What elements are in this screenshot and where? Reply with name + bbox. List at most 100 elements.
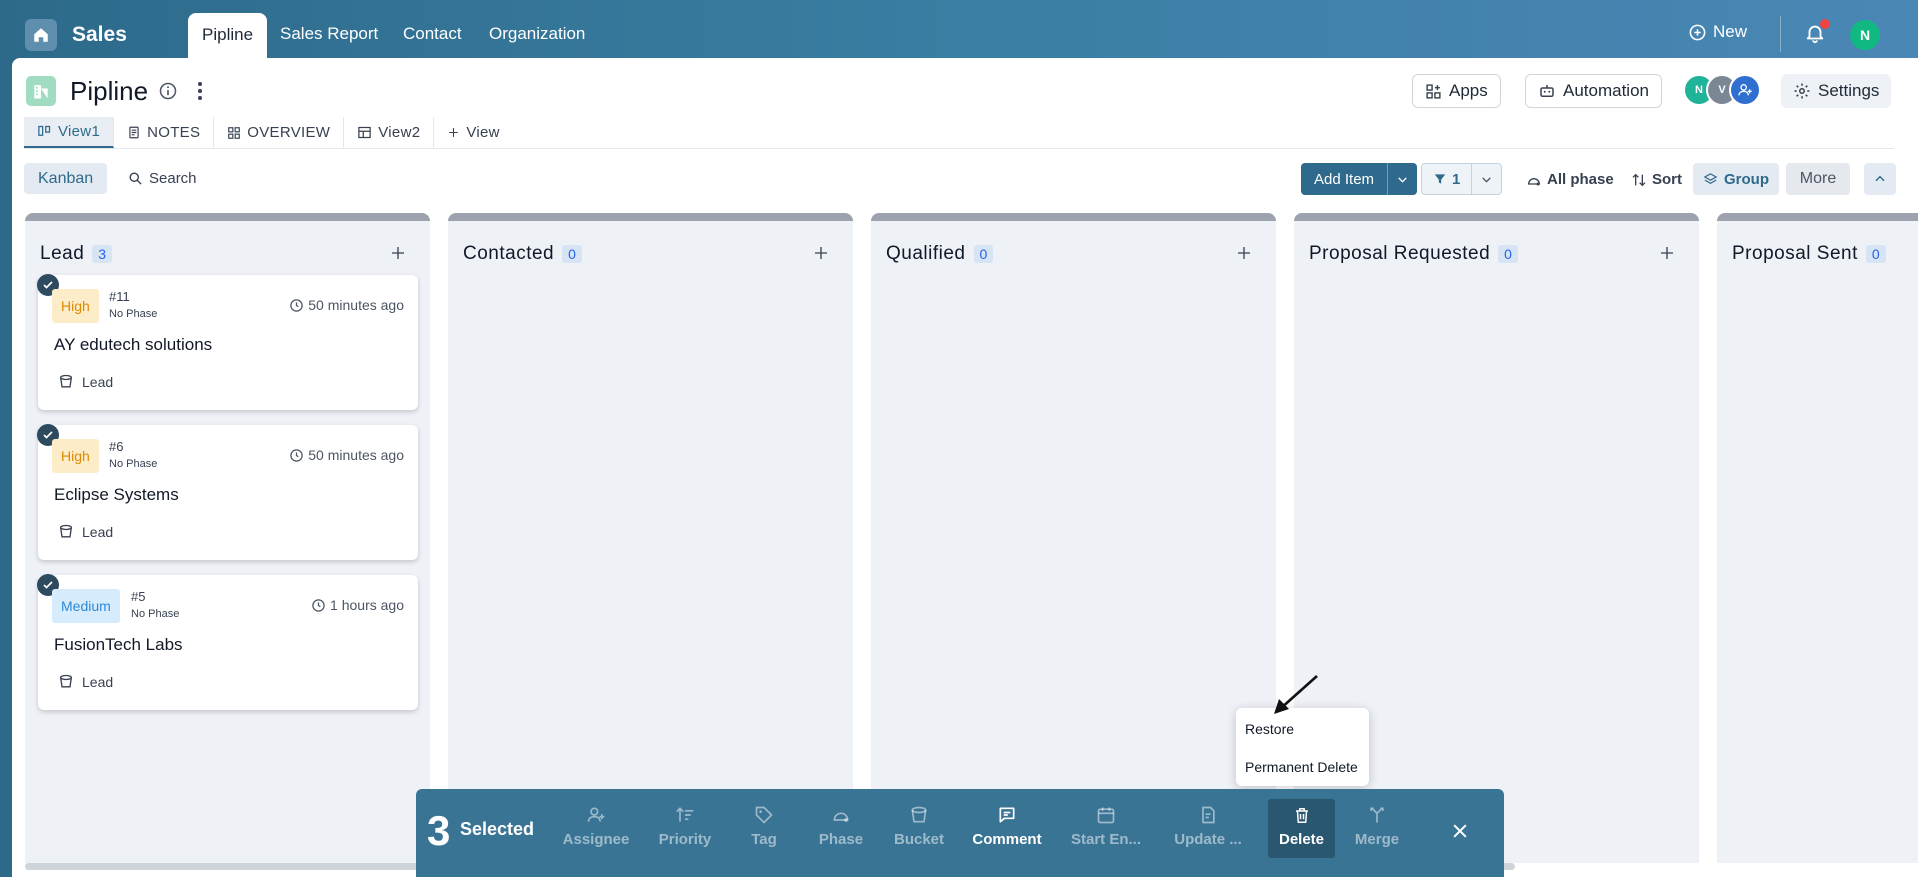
home-button[interactable] xyxy=(25,19,57,51)
comment-action[interactable]: Comment xyxy=(967,805,1047,848)
update-action[interactable]: Update ... xyxy=(1168,805,1248,848)
new-button[interactable]: New xyxy=(1688,22,1747,42)
restore-menu-item[interactable]: Restore xyxy=(1245,721,1294,737)
info-button[interactable] xyxy=(158,81,178,101)
tag-action[interactable]: Tag xyxy=(724,805,804,848)
add-item-dropdown[interactable] xyxy=(1387,163,1418,195)
chevron-up-icon xyxy=(1875,175,1885,182)
card-bucket: Lead xyxy=(58,523,113,540)
priority-badge[interactable]: High xyxy=(52,289,99,323)
notes-icon xyxy=(129,126,139,139)
card-title[interactable]: FusionTech Labs xyxy=(54,635,183,655)
close-bulk-bar-button[interactable] xyxy=(1450,821,1470,841)
kanban-view-chip[interactable]: Kanban xyxy=(24,163,108,194)
column-add-button[interactable] xyxy=(1659,245,1675,261)
bucket-icon xyxy=(60,524,72,538)
kanban-column: Lead 3 High #11 No Phase 50 minutes ago … xyxy=(25,213,430,863)
plus-icon xyxy=(449,128,459,137)
settings-button[interactable]: Settings xyxy=(1781,74,1892,108)
bucket-icon xyxy=(911,806,927,823)
member-avatars[interactable]: N V xyxy=(1683,74,1761,108)
home-icon xyxy=(34,28,48,42)
close-icon xyxy=(1453,824,1467,838)
clock-icon xyxy=(290,448,304,462)
card-time-text: 50 minutes ago xyxy=(308,297,404,313)
column-count: 0 xyxy=(1865,245,1886,263)
app-title: Sales xyxy=(72,23,127,46)
card-title[interactable]: Eclipse Systems xyxy=(54,485,179,505)
page-icon xyxy=(26,76,56,106)
column-title: Proposal Sent xyxy=(1732,243,1858,264)
apps-icon xyxy=(1426,83,1441,99)
bucket-icon xyxy=(60,374,72,388)
card-title[interactable]: AY edutech solutions xyxy=(54,335,212,355)
new-button-label: New xyxy=(1713,22,1748,41)
kanban-card[interactable]: Medium #5 No Phase 1 hours ago FusionTec… xyxy=(37,574,418,710)
tag-icon xyxy=(755,806,773,824)
page-menu-button[interactable] xyxy=(192,80,208,102)
apps-button[interactable]: Apps xyxy=(1412,74,1501,108)
user-avatar[interactable]: N xyxy=(1850,20,1880,50)
card-number: #5 xyxy=(131,589,146,604)
card-bucket: Lead xyxy=(58,673,113,690)
card-timestamp: 50 minutes ago xyxy=(289,297,404,313)
tab-notes[interactable]: NOTES xyxy=(114,117,215,148)
tab-view1[interactable]: View1 xyxy=(24,117,115,148)
column-add-button[interactable] xyxy=(1236,245,1252,261)
tab-contact[interactable]: Contact xyxy=(403,24,462,44)
add-member-button[interactable] xyxy=(1729,74,1761,106)
assignee-action-label: Assignee xyxy=(562,831,630,848)
plus-icon xyxy=(392,247,404,259)
column-count: 0 xyxy=(973,245,994,263)
column-add-button[interactable] xyxy=(813,245,829,261)
automation-button[interactable]: Automation xyxy=(1525,74,1662,108)
comment-icon xyxy=(999,807,1015,823)
add-item-button[interactable]: Add Item xyxy=(1301,163,1388,195)
more-button[interactable]: More xyxy=(1786,163,1850,195)
column-add-button[interactable] xyxy=(390,245,406,261)
tag-action-label: Tag xyxy=(751,831,777,848)
column-title: Lead xyxy=(40,243,85,264)
kanban-card[interactable]: High #6 No Phase 50 minutes ago Eclipse … xyxy=(37,424,418,560)
filter-button[interactable]: 1 xyxy=(1422,164,1471,194)
filter-dropdown[interactable] xyxy=(1471,164,1501,194)
search-button[interactable]: Search xyxy=(128,170,197,187)
tab-overview[interactable]: OVERVIEW xyxy=(214,117,345,148)
priority-action[interactable]: Priority xyxy=(645,805,725,848)
permanent-delete-menu-item[interactable]: Permanent Delete xyxy=(1245,759,1358,775)
bucket-action[interactable]: Bucket xyxy=(879,805,959,848)
assignee-action[interactable]: Assignee xyxy=(556,805,636,848)
apps-button-label: Apps xyxy=(1449,81,1488,100)
top-divider xyxy=(1780,16,1781,52)
group-button[interactable]: Group xyxy=(1693,163,1779,195)
calendar-icon xyxy=(1097,807,1115,824)
gear-icon xyxy=(1794,83,1810,99)
merge-action-label: Merge xyxy=(1354,831,1400,848)
priority-badge[interactable]: High xyxy=(52,439,99,473)
add-view-label: View xyxy=(466,124,500,141)
delete-action[interactable]: Delete xyxy=(1268,799,1335,858)
clock-icon xyxy=(290,298,304,312)
robot-icon xyxy=(1540,85,1554,97)
tab-sales-report[interactable]: Sales Report xyxy=(280,24,378,44)
tab-pipline[interactable]: Pipline xyxy=(188,13,268,58)
tab-view2[interactable]: View2 xyxy=(344,117,435,148)
kanban-card[interactable]: High #11 No Phase 50 minutes ago AY edut… xyxy=(37,274,418,410)
delete-action-label: Delete xyxy=(1278,831,1325,848)
kebab-menu-icon xyxy=(198,82,202,100)
phase-action[interactable]: Phase xyxy=(801,805,881,848)
plus-icon xyxy=(815,247,827,259)
add-view-button[interactable]: View xyxy=(434,117,512,148)
start-end-action[interactable]: Start En... xyxy=(1066,805,1146,848)
notification-dot xyxy=(1820,19,1830,29)
all-phase-button[interactable]: All phase xyxy=(1526,171,1614,188)
overview-icon xyxy=(228,126,241,139)
column-title: Proposal Requested xyxy=(1309,243,1491,264)
merge-action[interactable]: Merge xyxy=(1337,805,1417,848)
bucket-action-label: Bucket xyxy=(893,831,945,848)
sort-button[interactable]: Sort xyxy=(1631,171,1682,188)
priority-badge[interactable]: Medium xyxy=(52,589,120,623)
collapse-button[interactable] xyxy=(1864,163,1896,195)
page-title: Pipline xyxy=(70,76,149,106)
tab-organization[interactable]: Organization xyxy=(489,24,585,44)
